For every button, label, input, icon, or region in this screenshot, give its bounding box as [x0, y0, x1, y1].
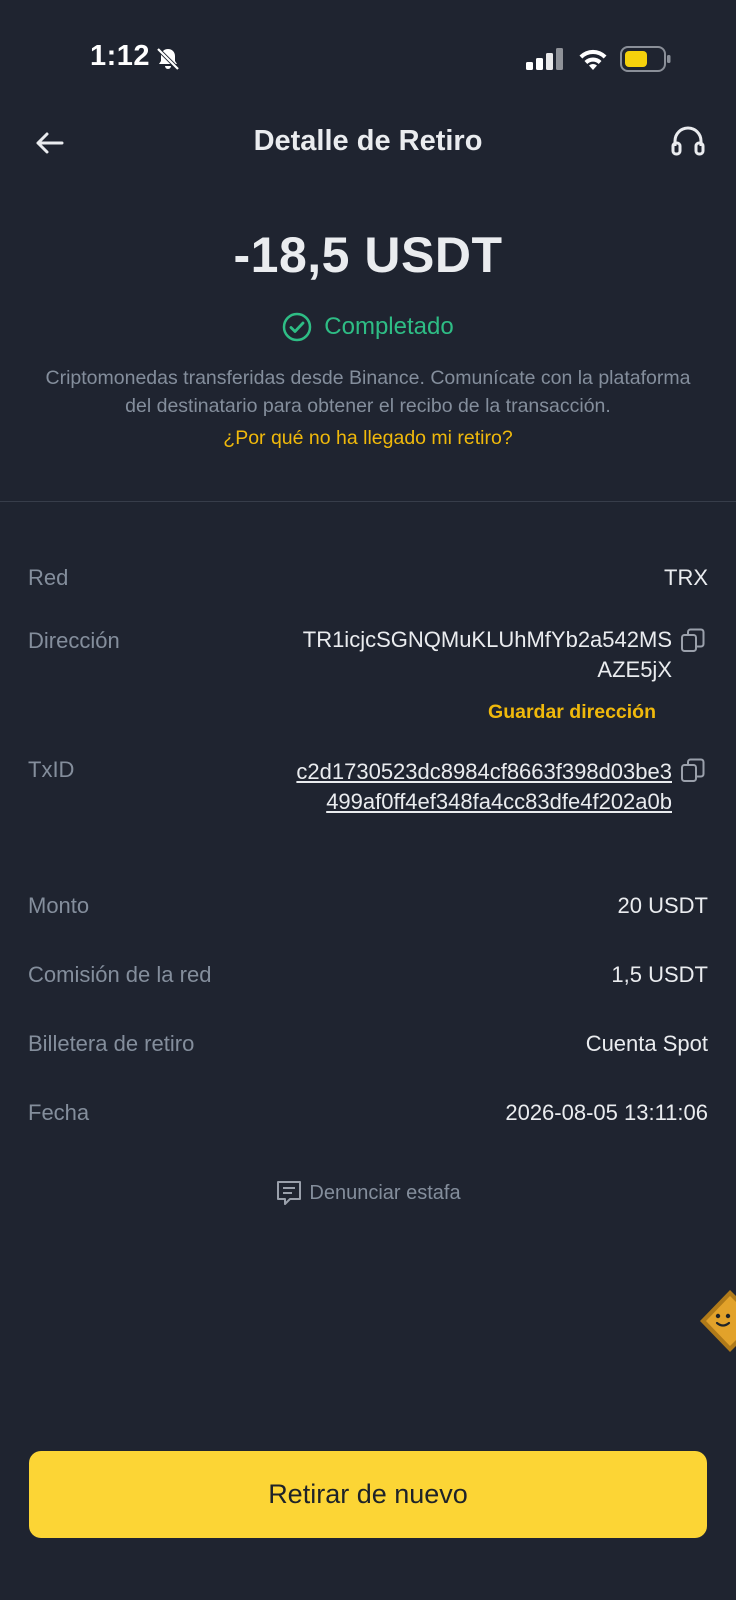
assistant-mascot-icon[interactable]	[694, 1286, 736, 1356]
page-title: Detalle de Retiro	[253, 125, 483, 157]
status-time: 1:12	[90, 40, 151, 72]
copy-address-icon[interactable]	[680, 627, 706, 653]
amount-value: 20 USDT	[617, 893, 708, 918]
date-label: Fecha	[28, 1100, 90, 1125]
withdraw-again-button[interactable]: Retirar de nuevo	[29, 1451, 707, 1538]
description: Criptomonedas transferidas desde Binance…	[45, 367, 691, 417]
wifi-icon	[579, 49, 607, 70]
report-scam-button[interactable]: Denunciar estafa	[0, 1179, 736, 1207]
report-scam-label: Denunciar estafa	[309, 1181, 461, 1204]
report-icon	[277, 1181, 302, 1205]
address-label: Dirección	[28, 628, 120, 653]
network-value: TRX	[664, 565, 708, 590]
date-value: 2026-08-05 13:11:06	[505, 1100, 708, 1125]
check-circle-icon	[283, 312, 312, 342]
txid-link[interactable]: c2d1730523dc8984cf8663f398d03be3499af0ff…	[292, 757, 672, 817]
network-label: Red	[28, 565, 69, 590]
wallet-label: Billetera de retiro	[28, 1031, 195, 1056]
txid-label: TxID	[28, 757, 75, 782]
status-row: Completado	[0, 312, 736, 342]
divider	[0, 501, 736, 502]
signal-icon	[526, 48, 563, 70]
battery-icon	[620, 46, 671, 72]
address-value: TR1icjcSGNQMuKLUhMfYb2a542MSAZE5jX	[302, 627, 672, 682]
copy-txid-icon[interactable]	[680, 757, 706, 783]
amount-label: Monto	[28, 893, 90, 918]
fee-label: Comisión de la red	[28, 962, 212, 987]
withdrawal-amount: -18,5 USDT	[233, 227, 503, 283]
wallet-value: Cuenta Spot	[585, 1031, 708, 1056]
why-not-arrived-link[interactable]: ¿Por qué no ha llegado mi retiro?	[0, 427, 736, 450]
save-address-link[interactable]: Guardar dirección	[488, 701, 656, 724]
bell-muted-icon	[156, 47, 180, 71]
fee-value: 1,5 USDT	[611, 962, 708, 987]
headset-icon[interactable]	[670, 124, 706, 160]
status-text: Completado	[324, 313, 454, 340]
